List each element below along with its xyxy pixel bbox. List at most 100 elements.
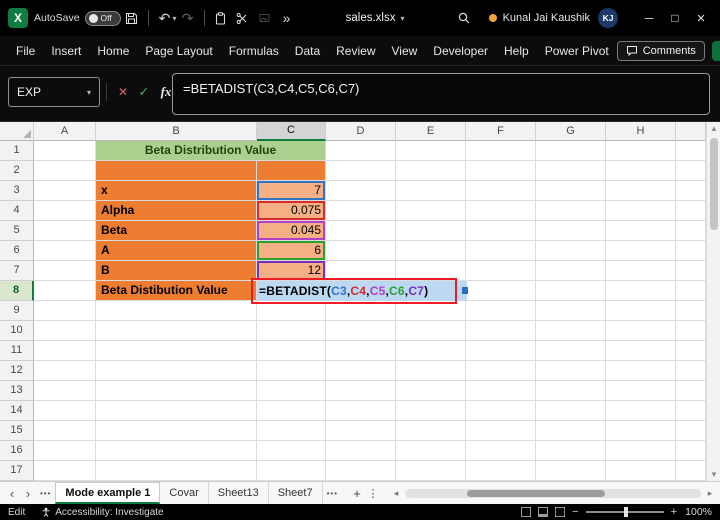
- column-header-G[interactable]: G: [536, 122, 606, 141]
- cell[interactable]: [34, 321, 96, 341]
- result-label-cell[interactable]: Beta Distibution Value: [96, 281, 257, 301]
- cell[interactable]: [606, 261, 676, 281]
- vertical-scrollbar[interactable]: ▲ ▼: [706, 122, 720, 481]
- cell[interactable]: [676, 321, 706, 341]
- sheet-list-more-icon[interactable]: •••: [40, 489, 51, 498]
- cell[interactable]: [396, 221, 466, 241]
- cell[interactable]: [257, 321, 326, 341]
- cell[interactable]: [396, 161, 466, 181]
- save-button[interactable]: [121, 6, 143, 30]
- cell[interactable]: [676, 221, 706, 241]
- zoom-level[interactable]: 100%: [684, 506, 712, 518]
- cell[interactable]: [676, 301, 706, 321]
- minimize-button[interactable]: ─: [636, 5, 662, 31]
- formula-input[interactable]: =BETADIST(C3,C4,C5,C6,C7): [172, 73, 710, 115]
- name-box[interactable]: EXP ▾: [8, 77, 100, 107]
- user-name[interactable]: Kunal Jai Kaushik: [503, 12, 590, 24]
- row-header-3[interactable]: 3: [0, 181, 34, 201]
- cell[interactable]: [466, 461, 536, 481]
- cell[interactable]: [536, 441, 606, 461]
- row-header-13[interactable]: 13: [0, 381, 34, 401]
- column-header-F[interactable]: F: [466, 122, 536, 141]
- cell[interactable]: [466, 361, 536, 381]
- cell[interactable]: [606, 181, 676, 201]
- horizontal-scrollbar-track[interactable]: [405, 488, 701, 498]
- cell[interactable]: [466, 141, 536, 161]
- cell[interactable]: [96, 441, 257, 461]
- cell[interactable]: [326, 381, 396, 401]
- cell[interactable]: [34, 361, 96, 381]
- row-header-12[interactable]: 12: [0, 361, 34, 381]
- cell[interactable]: [536, 301, 606, 321]
- cell[interactable]: [257, 301, 326, 321]
- cell[interactable]: [466, 241, 536, 261]
- cell[interactable]: [676, 421, 706, 441]
- cell[interactable]: [536, 161, 606, 181]
- cell[interactable]: [34, 201, 96, 221]
- cell[interactable]: [606, 421, 676, 441]
- cell[interactable]: [676, 241, 706, 261]
- cell[interactable]: [536, 401, 606, 421]
- cell[interactable]: [34, 161, 96, 181]
- cell[interactable]: [536, 261, 606, 281]
- vertical-scrollbar-thumb[interactable]: [710, 138, 718, 230]
- label-cell[interactable]: Alpha: [96, 201, 257, 221]
- cell[interactable]: [606, 201, 676, 221]
- cell[interactable]: [34, 461, 96, 481]
- row-header-6[interactable]: 6: [0, 241, 34, 261]
- zoom-slider-knob[interactable]: [623, 507, 628, 517]
- cell[interactable]: [326, 421, 396, 441]
- cell[interactable]: [257, 361, 326, 381]
- more-commands-icon[interactable]: »: [276, 6, 298, 30]
- page-break-view-icon[interactable]: [555, 507, 566, 517]
- format-painter-icon[interactable]: [254, 6, 276, 30]
- row-header-5[interactable]: 5: [0, 221, 34, 241]
- cut-scissors-icon[interactable]: [232, 6, 254, 30]
- cell[interactable]: [326, 461, 396, 481]
- sheet-tab-sheet7[interactable]: Sheet7: [269, 482, 323, 504]
- cell[interactable]: [676, 181, 706, 201]
- cell[interactable]: [676, 161, 706, 181]
- cell[interactable]: [676, 361, 706, 381]
- scroll-down-icon[interactable]: ▼: [707, 468, 720, 481]
- cell[interactable]: [466, 341, 536, 361]
- sheet-nav-left-icon[interactable]: ‹: [4, 486, 20, 501]
- ribbon-tab-review[interactable]: Review: [328, 36, 383, 66]
- cell[interactable]: [606, 141, 676, 161]
- cell[interactable]: [96, 401, 257, 421]
- cell[interactable]: [326, 441, 396, 461]
- cell[interactable]: [536, 461, 606, 481]
- cell[interactable]: [676, 201, 706, 221]
- cell[interactable]: [326, 181, 396, 201]
- column-header-H[interactable]: H: [606, 122, 676, 141]
- label-cell[interactable]: x: [96, 181, 257, 201]
- cell[interactable]: [396, 381, 466, 401]
- cell[interactable]: [536, 181, 606, 201]
- ribbon-tab-page-layout[interactable]: Page Layout: [137, 36, 220, 66]
- chevron-down-icon[interactable]: ▾: [87, 88, 91, 97]
- cell[interactable]: [96, 361, 257, 381]
- row-header-17[interactable]: 17: [0, 461, 34, 481]
- label-cell[interactable]: A: [96, 241, 257, 261]
- sheet-options-kebab-icon[interactable]: ⋮: [366, 487, 380, 500]
- ribbon-tab-power-pivot[interactable]: Power Pivot: [537, 36, 617, 66]
- cell[interactable]: [257, 461, 326, 481]
- sheet-tab-covar[interactable]: Covar: [160, 482, 209, 504]
- cell[interactable]: [396, 421, 466, 441]
- cell[interactable]: [34, 181, 96, 201]
- cell[interactable]: [536, 421, 606, 441]
- ribbon-tab-developer[interactable]: Developer: [425, 36, 496, 66]
- cell[interactable]: [396, 241, 466, 261]
- cell[interactable]: [96, 301, 257, 321]
- cell[interactable]: [676, 341, 706, 361]
- cell[interactable]: [326, 321, 396, 341]
- cell[interactable]: [96, 341, 257, 361]
- excel-app-icon[interactable]: X: [8, 8, 28, 28]
- cell[interactable]: [396, 201, 466, 221]
- row-header-2[interactable]: 2: [0, 161, 34, 181]
- cell[interactable]: [34, 341, 96, 361]
- sheet-nav-right-icon[interactable]: ›: [20, 486, 36, 501]
- cell[interactable]: [466, 381, 536, 401]
- cell[interactable]: [606, 241, 676, 261]
- user-avatar[interactable]: KJ: [598, 8, 619, 28]
